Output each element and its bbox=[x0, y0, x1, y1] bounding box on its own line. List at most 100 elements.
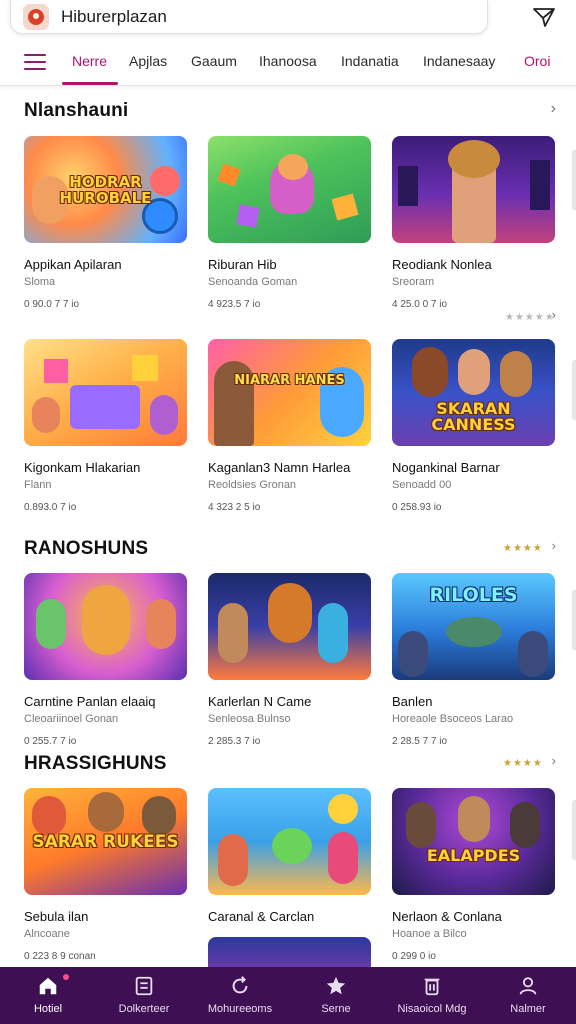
chevron-right-icon[interactable]: › bbox=[552, 753, 556, 768]
app-category: Senoanda Goman bbox=[208, 276, 298, 288]
app-card[interactable]: SARAR RUKEES Sebula ilan Alncoane 0 223 … bbox=[24, 788, 187, 962]
scroll-peek bbox=[572, 150, 576, 210]
app-card[interactable]: HODRAR HUROBALE Appikan Apilaran Sloma 0… bbox=[24, 136, 187, 310]
document-icon bbox=[135, 976, 153, 996]
app-thumbnail: NIARAR HANES bbox=[208, 339, 371, 446]
nav-updates[interactable]: Mohureeoms bbox=[192, 967, 288, 1024]
category-tabs: Nerre Apjlas Gaaum Ihanoosa Indanatia In… bbox=[0, 44, 576, 86]
app-category: Flann bbox=[24, 479, 52, 491]
app-thumbnail bbox=[208, 136, 371, 243]
app-category: Sloma bbox=[24, 276, 56, 288]
app-name: Reodiank Nonlea bbox=[392, 257, 492, 272]
app-card[interactable]: Carntine Panlan elaaiq Cleoariinoel Gona… bbox=[24, 573, 187, 747]
app-thumbnail: HODRAR HUROBALE bbox=[24, 136, 187, 243]
app-name: Caranal & Carclan bbox=[208, 909, 315, 924]
section-title: Nlanshauni bbox=[24, 100, 129, 121]
app-thumbnail bbox=[24, 573, 187, 680]
app-rating: 4 923.5 7 io bbox=[208, 299, 261, 310]
thumbnail-text: RILOLES bbox=[429, 584, 518, 606]
app-thumbnail: RILOLES bbox=[392, 573, 555, 680]
app-category: Senoadd 00 bbox=[392, 479, 452, 491]
tab-indanatia[interactable]: Indanatia bbox=[341, 53, 399, 69]
app-logo bbox=[23, 3, 49, 30]
send-icon[interactable] bbox=[532, 6, 556, 28]
app-thumbnail bbox=[208, 788, 371, 895]
menu-icon[interactable] bbox=[24, 54, 46, 72]
scroll-peek bbox=[572, 590, 576, 650]
scroll-peek bbox=[572, 360, 576, 420]
thumbnail-text: SARAR RUKEES bbox=[32, 832, 179, 852]
nav-manage[interactable]: Nisaoicol Mdg bbox=[384, 967, 480, 1024]
thumbnail-text: SKARAN CANNESS bbox=[431, 399, 516, 434]
tab-gaaum[interactable]: Gaaum bbox=[191, 53, 237, 69]
app-rating: 0 223 8 9 conan bbox=[24, 951, 96, 962]
tab-indanesaay[interactable]: Indanesaay bbox=[423, 53, 495, 69]
thumbnail-text: HODRAR HUROBALE bbox=[59, 173, 152, 207]
app-name: Riburan Hib bbox=[208, 257, 277, 272]
chevron-right-icon[interactable]: › bbox=[551, 100, 556, 118]
tab-ihanoosa[interactable]: Ihanoosa bbox=[259, 53, 317, 69]
app-card[interactable]: Kigonkam Hlakarian Flann 0.893.0 7 io bbox=[24, 339, 187, 513]
app-rating: 0.893.0 7 io bbox=[24, 502, 77, 513]
thumbnail-text: NIARAR HANES bbox=[234, 373, 345, 388]
app-card[interactable]: EALAPDES Nerlaon & Conlana Hoanoe a Bilc… bbox=[392, 788, 555, 962]
app-header-bar[interactable]: Hiburerplazan bbox=[10, 0, 488, 34]
nav-documents[interactable]: Dolkerteer bbox=[96, 967, 192, 1024]
app-thumbnail: SKARAN CANNESS bbox=[392, 339, 555, 446]
refresh-icon bbox=[232, 976, 248, 994]
app-card[interactable]: Riburan Hib Senoanda Goman 4 923.5 7 io bbox=[208, 136, 371, 310]
app-name: Sebula ilan bbox=[24, 909, 89, 924]
app-rating: 0 255.7 7 io bbox=[24, 736, 77, 747]
chevron-right-icon[interactable]: › bbox=[552, 307, 556, 322]
tab-apjlas[interactable]: Apjlas bbox=[129, 53, 167, 69]
tab-nerre[interactable]: Nerre bbox=[72, 53, 107, 69]
app-rating: 2 285.3 7 io bbox=[208, 736, 261, 747]
active-tab-indicator bbox=[62, 82, 118, 85]
notification-dot bbox=[63, 974, 69, 980]
app-rating: 4 25.0 0 7 io bbox=[392, 299, 448, 310]
nav-favorites[interactable]: Serne bbox=[288, 967, 384, 1024]
app-category: Alncoane bbox=[24, 928, 70, 940]
app-thumbnail bbox=[208, 573, 371, 680]
app-name: Nogankinal Barnar bbox=[392, 460, 500, 475]
app-name: Kigonkam Hlakarian bbox=[24, 460, 141, 475]
rating-stars: ★★★★★ bbox=[505, 312, 555, 323]
app-rating: 0 90.0 7 7 io bbox=[24, 299, 80, 310]
bottom-navigation: Hotiel Dolkerteer Mohureeoms Serne Nisao… bbox=[0, 967, 576, 1024]
app-card[interactable]: Karlerlan N Came Senleosa Bulnso 2 285.3… bbox=[208, 573, 371, 747]
nav-label: Dolkerteer bbox=[118, 1003, 170, 1015]
scroll-peek bbox=[572, 800, 576, 860]
app-name: Karlerlan N Came bbox=[208, 694, 312, 709]
app-card[interactable]: SKARAN CANNESS Nogankinal Barnar Senoadd… bbox=[392, 339, 555, 513]
app-rating: 0 258.93 io bbox=[392, 502, 442, 513]
app-name: Carntine Panlan elaaiq bbox=[24, 694, 156, 709]
section-title: HRASSIGHUNS bbox=[24, 753, 167, 774]
app-card[interactable]: RILOLES Banlen Horeaole Bsoceos Larao 2 … bbox=[392, 573, 555, 747]
app-card[interactable]: NIARAR HANES Kaganlan3 Namn Harlea Reold… bbox=[208, 339, 371, 513]
app-thumbnail bbox=[24, 339, 187, 446]
nav-label: Nisaoicol Mdg bbox=[397, 1003, 467, 1015]
app-card[interactable]: Caranal & Carclan bbox=[208, 788, 371, 977]
app-category: Senleosa Bulnso bbox=[208, 713, 291, 725]
app-category: Horeaole Bsoceos Larao bbox=[392, 713, 514, 725]
tab-oroi[interactable]: Oroi bbox=[524, 53, 550, 69]
nav-label: Serne bbox=[321, 1003, 351, 1015]
nav-home[interactable]: Hotiel bbox=[0, 967, 96, 1024]
app-category: Hoanoe a Bilco bbox=[392, 928, 467, 940]
app-category: Reoldsies Gronan bbox=[208, 479, 297, 491]
profile-icon bbox=[519, 977, 537, 995]
app-rating: 4 323 2 5 io bbox=[208, 502, 261, 513]
top-bar: Hiburerplazan bbox=[0, 0, 576, 40]
star-icon bbox=[326, 976, 346, 995]
home-icon bbox=[39, 977, 57, 995]
app-thumbnail bbox=[392, 136, 555, 243]
app-thumbnail: EALAPDES bbox=[392, 788, 555, 895]
nav-label: Hotiel bbox=[33, 1003, 63, 1015]
rating-stars: ★★★★ bbox=[503, 543, 543, 554]
app-name: Banlen bbox=[392, 694, 433, 709]
app-thumbnail: SARAR RUKEES bbox=[24, 788, 187, 895]
app-rating: 2 28.5 7 7 io bbox=[392, 736, 448, 747]
nav-profile[interactable]: Nalmer bbox=[480, 967, 576, 1024]
chevron-right-icon[interactable]: › bbox=[552, 538, 556, 553]
app-card[interactable]: Reodiank Nonlea Sreoram 4 25.0 0 7 io bbox=[392, 136, 555, 310]
